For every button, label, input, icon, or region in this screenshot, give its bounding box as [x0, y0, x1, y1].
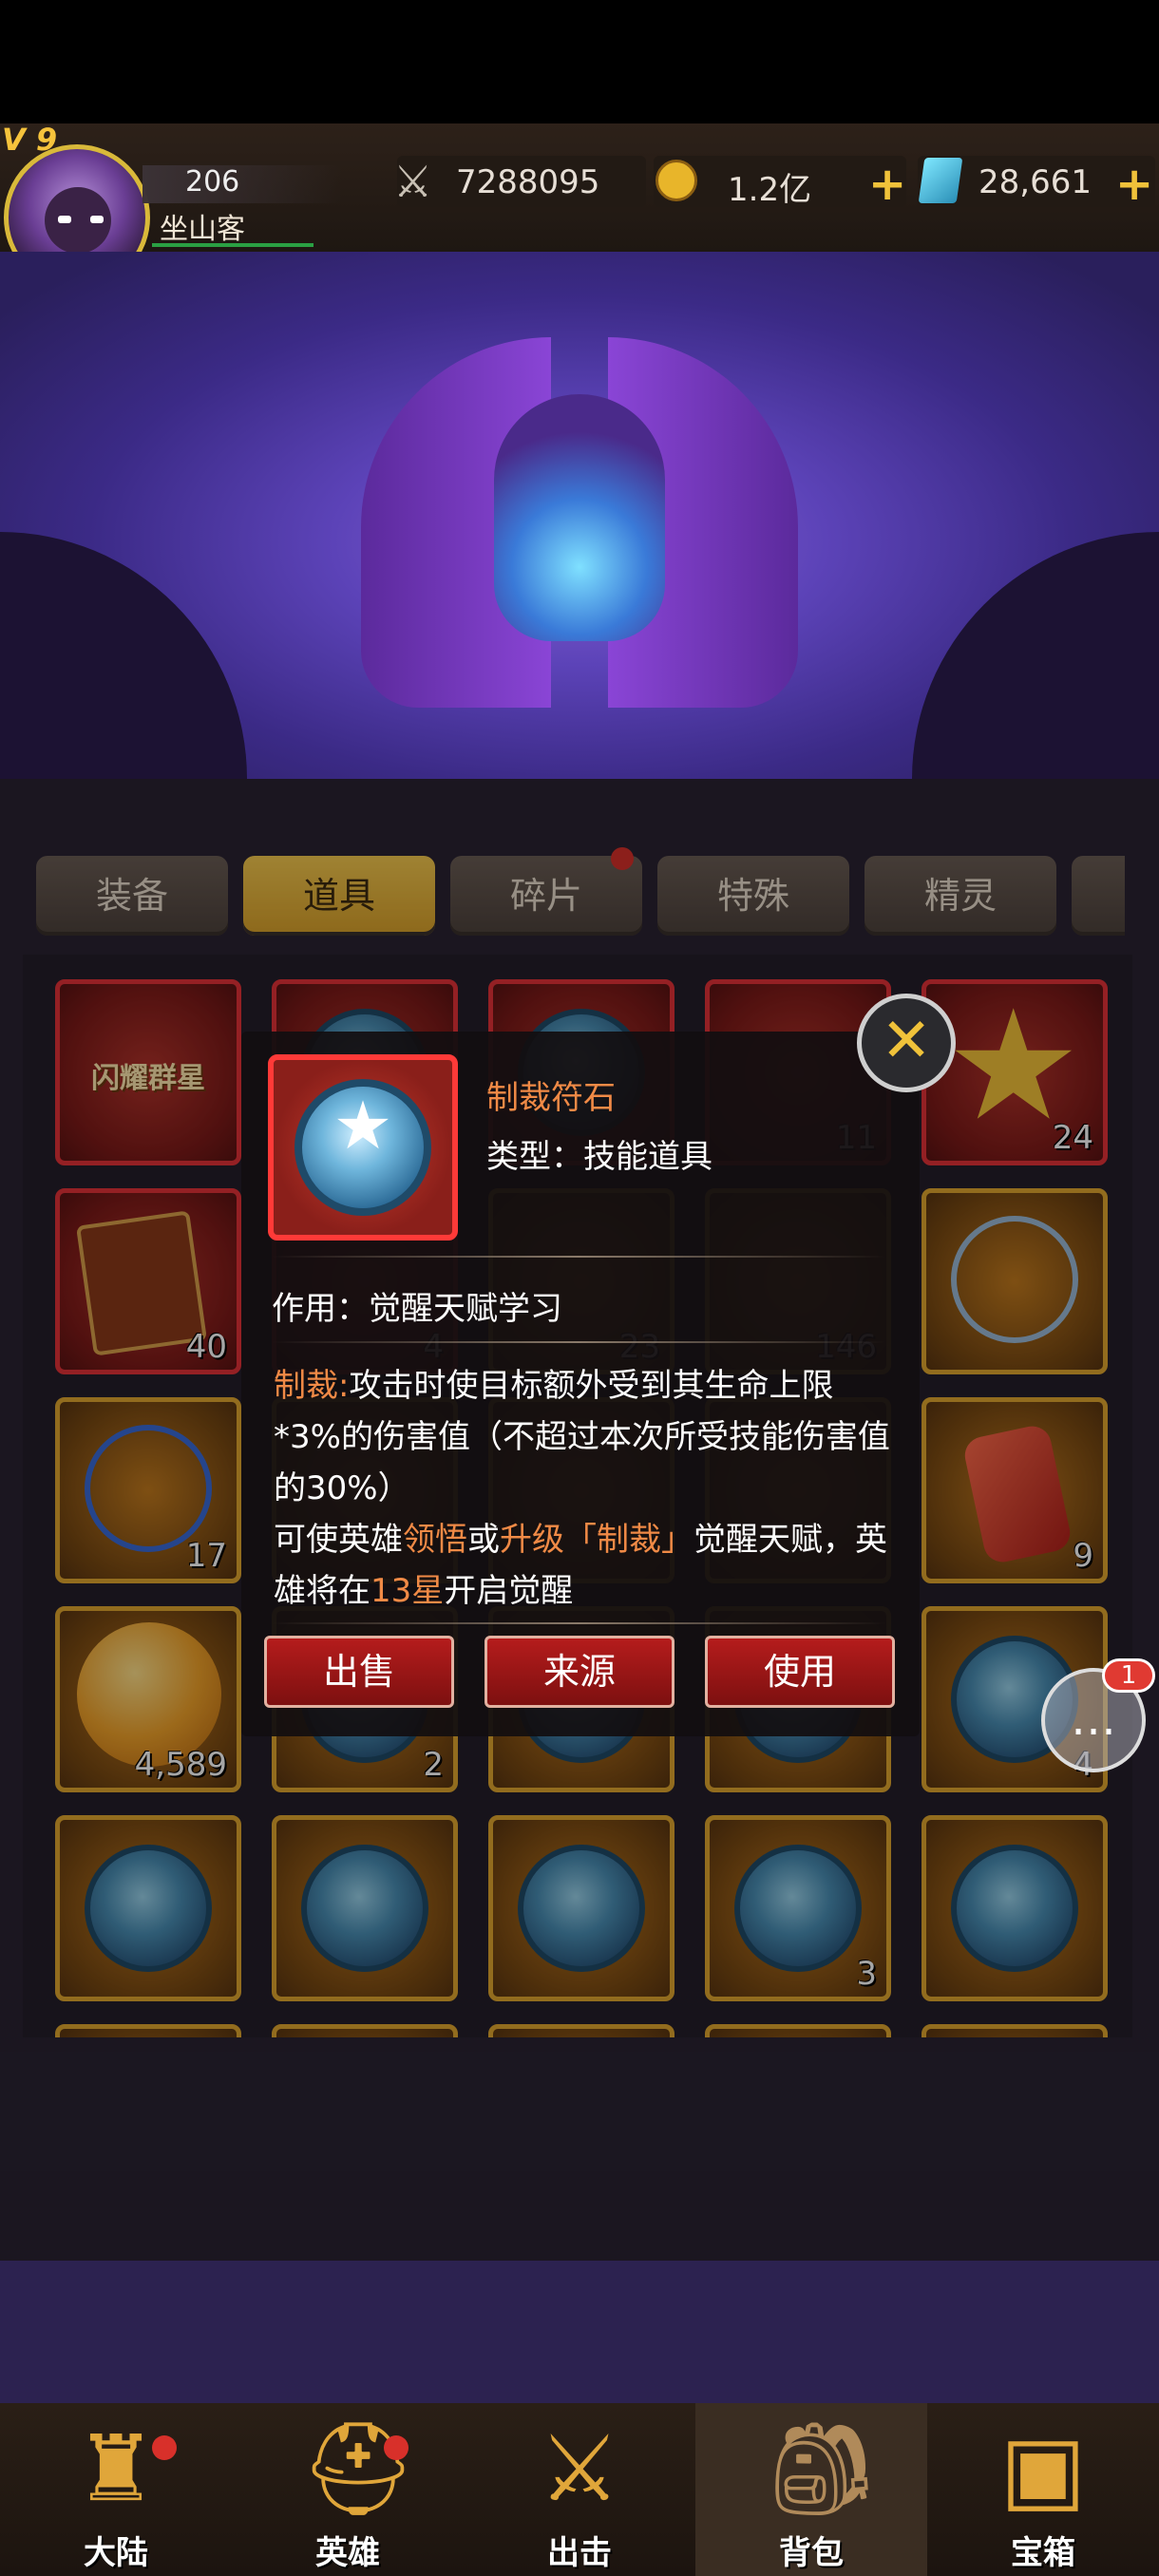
desc-text: 或 [467, 1521, 500, 1559]
level-bg [142, 165, 342, 203]
use-button[interactable]: 使用 [705, 1636, 895, 1708]
nav-battle[interactable]: ⚔ 出击 [464, 2403, 695, 2576]
crossed-swords-icon: ⚔ [538, 2415, 621, 2522]
gold-display: 1.2亿 + [654, 156, 906, 211]
popup-item-type: 类型：技能道具 [486, 1138, 712, 1176]
add-gems-button[interactable]: + [1115, 158, 1153, 211]
star-icon: ★ [332, 1087, 393, 1165]
nav-heroes[interactable]: ⛑ 英雄 [232, 2403, 464, 2576]
desc-text: 可使英雄 [274, 1521, 403, 1559]
source-button[interactable]: 来源 [484, 1636, 674, 1708]
exp-bar [152, 243, 314, 247]
banner-orb [494, 394, 665, 641]
power-display: ⚔ 7288095 [393, 156, 646, 207]
gems-display: 28,661 + [918, 156, 1155, 211]
power-value: 7288095 [456, 163, 600, 201]
player-level: 206 [185, 165, 240, 199]
popup-description: 制裁:攻击时使目标额外受到其生命上限*3%的伤害值（不超过本次所受技能伤害值的3… [274, 1360, 897, 1617]
gold-value: 1.2亿 [728, 171, 812, 209]
status-bar [0, 0, 1159, 123]
player-name: 坐山客 [160, 213, 245, 246]
nav-label: 英雄 [315, 2534, 380, 2572]
popup-item-use: 作用：觉醒天赋学习 [272, 1290, 562, 1328]
desc-highlight: 领悟 [403, 1521, 467, 1559]
divider [272, 1622, 885, 1624]
banner-artwork [0, 252, 1159, 779]
nav-continent[interactable]: ♜ 大陆 [0, 2403, 232, 2576]
nav-chest[interactable]: ▣ 宝箱 [927, 2403, 1159, 2576]
gem-icon [918, 158, 963, 203]
banner-silhouette-left [0, 532, 247, 779]
desc-text: 开启觉醒 [444, 1572, 574, 1610]
vip-badge: V 9 [2, 122, 58, 158]
nav-label: 宝箱 [1011, 2534, 1075, 2572]
close-button[interactable]: ✕ [857, 994, 956, 1092]
sell-button[interactable]: 出售 [264, 1636, 454, 1708]
add-gold-button[interactable]: + [868, 158, 906, 211]
nav-notification-dot [384, 2435, 408, 2460]
bottom-strip [0, 2261, 1159, 2403]
nav-notification-dot [152, 2435, 177, 2460]
desc-highlight: 13星 [370, 1572, 445, 1610]
chest-icon: ▣ [999, 2415, 1087, 2522]
popup-item-icon: ★ [268, 1054, 458, 1241]
nav-label: 大陆 [84, 2534, 148, 2572]
divider [272, 1256, 885, 1258]
banner-silhouette-right [912, 532, 1159, 779]
desc-label: 制裁: [274, 1367, 350, 1405]
nav-label: 背包 [779, 2534, 844, 2572]
avatar-eye-right [90, 216, 104, 223]
popup-item-name: 制裁符石 [486, 1079, 616, 1117]
gems-value: 28,661 [978, 163, 1092, 201]
nav-label: 出击 [547, 2534, 612, 2572]
helmet-icon: ⛑ [300, 2415, 416, 2522]
castle-icon: ♜ [74, 2415, 158, 2522]
desc-text: 攻击时使目标额外受到其生命上限*3%的伤害值（不超过本次所受技能伤害值的30%） [274, 1367, 890, 1507]
crossed-swords-icon: ⚔ [393, 156, 433, 207]
avatar-eye-left [58, 216, 71, 223]
gold-coin-icon [656, 160, 697, 201]
chat-badge: 1 [1102, 1658, 1155, 1693]
divider [272, 1341, 885, 1343]
desc-highlight: 升级「制裁」 [500, 1521, 694, 1559]
backpack-icon: 🎒︎ [764, 2415, 880, 2522]
chat-bubble-icon: … [1071, 1693, 1116, 1746]
close-icon: ✕ [881, 1006, 932, 1076]
nav-backpack[interactable]: 🎒︎ 背包 [695, 2403, 927, 2576]
